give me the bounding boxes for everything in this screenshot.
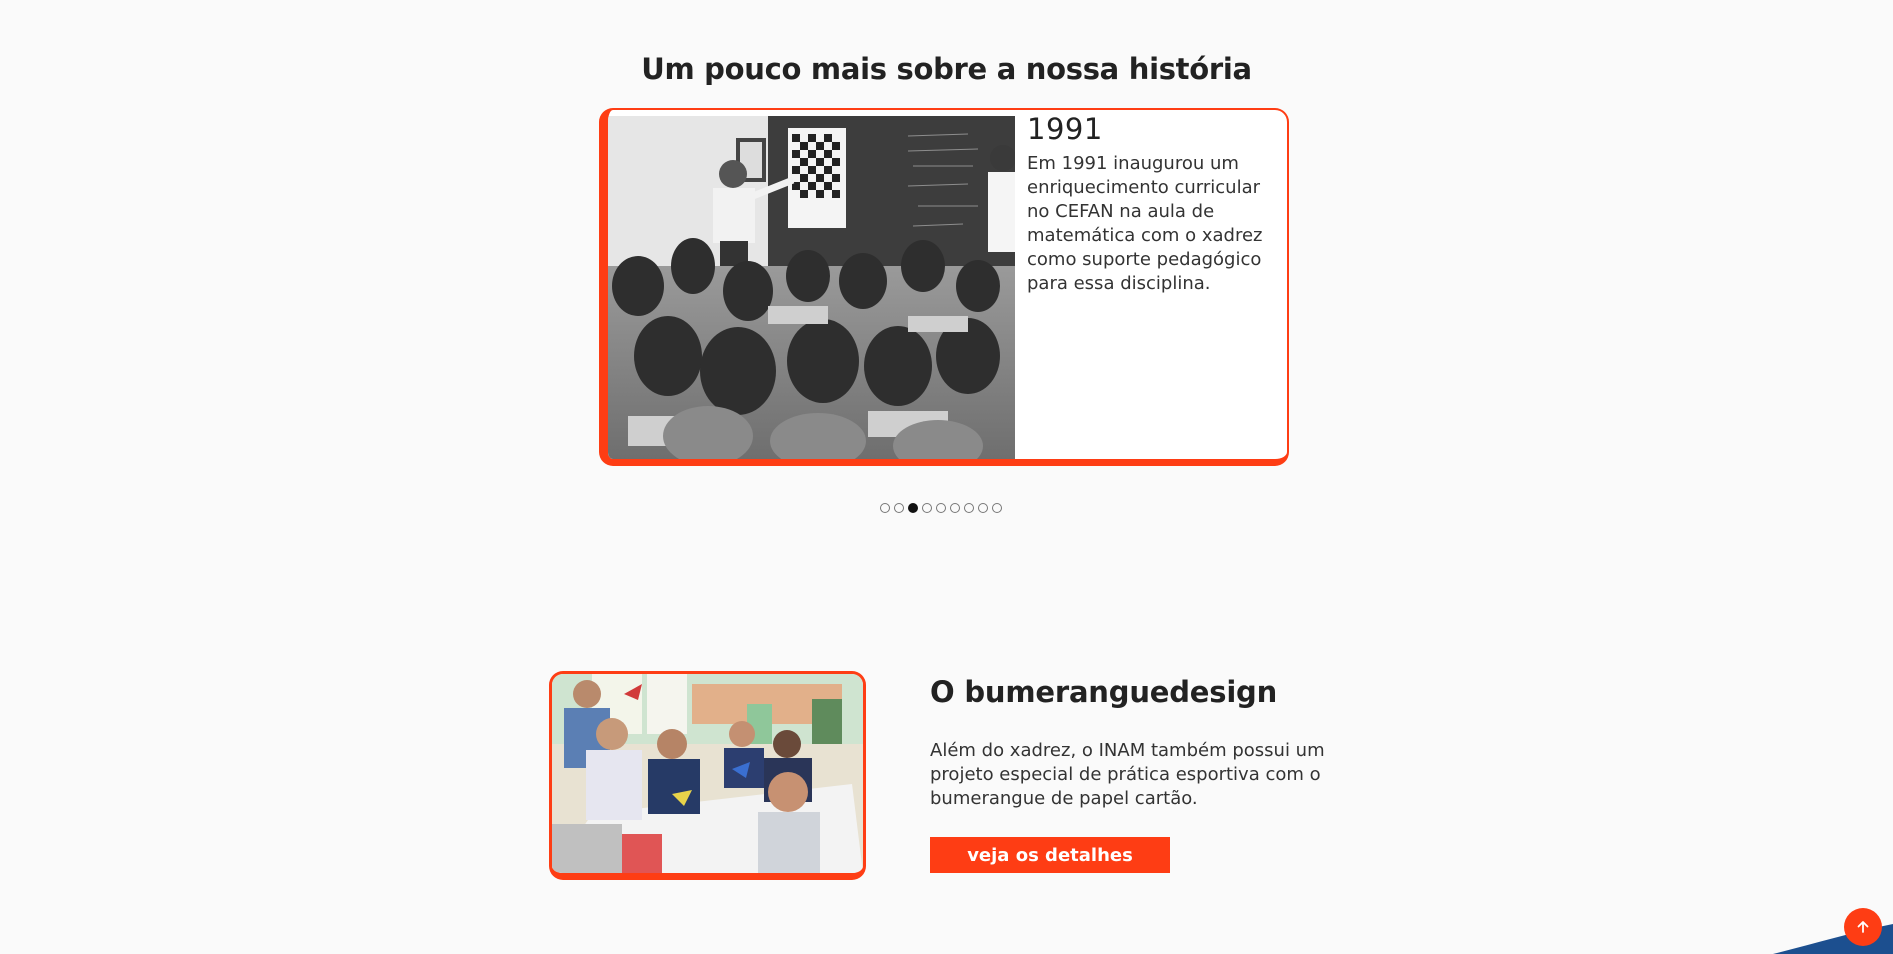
carousel-dot[interactable] — [894, 503, 904, 513]
boomerang-section-title: O bumeranguedesign — [930, 675, 1278, 709]
boomerang-description: Além do xadrez, o INAM também possui um … — [930, 740, 1325, 809]
carousel-pagination — [880, 503, 1002, 513]
carousel-dot[interactable] — [908, 503, 918, 513]
history-section-title: Um pouco mais sobre a nossa história — [641, 52, 1252, 87]
classroom-chess-photo — [608, 116, 1015, 459]
slide-year: 1991 — [1027, 112, 1103, 146]
carousel-dot[interactable] — [880, 503, 890, 513]
carousel-dot[interactable] — [992, 503, 1002, 513]
scroll-to-top-button[interactable] — [1844, 908, 1882, 946]
carousel-dot[interactable] — [950, 503, 960, 513]
carousel-dot[interactable] — [978, 503, 988, 513]
page: Um pouco mais sobre a nossa história 199… — [0, 0, 1893, 954]
slide-text-block: 1991 Em 1991 inaugurou um enriquecimento… — [1027, 110, 1277, 296]
arrow-up-icon — [1857, 921, 1869, 933]
carousel-dot[interactable] — [922, 503, 932, 513]
view-details-button[interactable]: veja os detalhes — [930, 837, 1170, 873]
slide-description: Em 1991 inaugurou um enriquecimento curr… — [1027, 153, 1263, 294]
carousel-dot[interactable] — [964, 503, 974, 513]
carousel-dot[interactable] — [936, 503, 946, 513]
history-carousel-slide[interactable]: 1991 Em 1991 inaugurou um enriquecimento… — [599, 108, 1289, 466]
boomerang-workshop-photo — [549, 671, 866, 880]
